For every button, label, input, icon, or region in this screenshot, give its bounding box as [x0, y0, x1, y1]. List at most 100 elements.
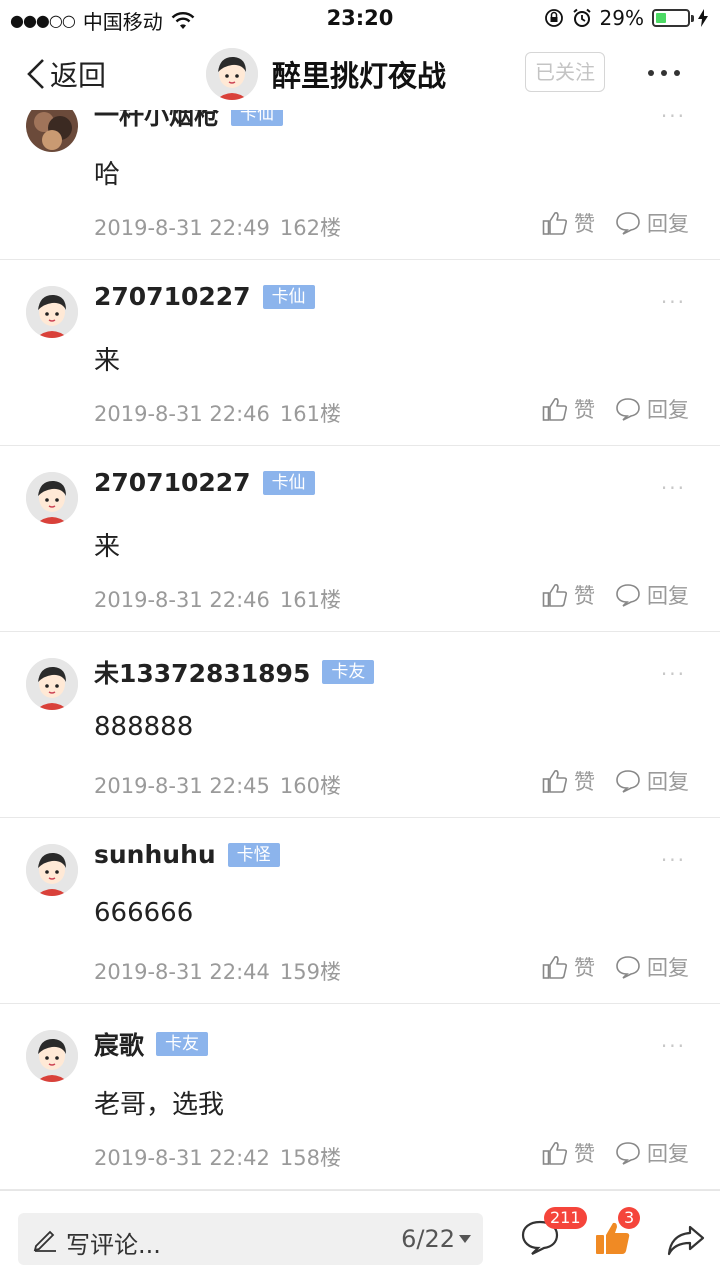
like-label: 赞 [574, 956, 595, 980]
reply-button[interactable]: 回复 [615, 580, 689, 610]
comment-more-button[interactable]: ··· [661, 662, 686, 686]
commenter-name[interactable]: 270710227 [94, 468, 251, 497]
rotation-lock-icon [544, 9, 563, 27]
like-button[interactable]: 赞 [542, 952, 595, 982]
page-selector[interactable]: 6/22 [401, 1225, 471, 1253]
comment-meta: 2019-8-31 22:46 161楼 [94, 398, 341, 428]
battery-percent: 29% [599, 6, 644, 30]
default-avatar-icon [26, 658, 78, 710]
commenter-avatar[interactable] [26, 1030, 78, 1082]
commenter-name[interactable]: 宸歌 [94, 1026, 144, 1062]
default-avatar-icon [26, 472, 78, 524]
commenter-avatar[interactable] [26, 472, 78, 524]
reply-button[interactable]: 回复 [615, 952, 689, 982]
commenter-avatar[interactable] [26, 286, 78, 338]
page-indicator: 6/22 [401, 1225, 455, 1253]
reply-button[interactable]: 回复 [615, 766, 689, 796]
reply-bubble-icon [616, 1142, 640, 1165]
write-placeholder: 写评论... [66, 1231, 161, 1259]
user-level-badge: 卡友 [156, 1032, 209, 1056]
reply-bubble-icon [616, 584, 640, 607]
comment-date: 2019-8-31 22:46 [94, 588, 270, 612]
share-button[interactable] [666, 1223, 706, 1257]
user-level-badge: 卡友 [322, 660, 375, 684]
reply-button[interactable]: 回复 [615, 208, 689, 238]
commenter-name-row: 270710227 卡仙 [94, 468, 315, 497]
reply-label: 回复 [647, 584, 689, 608]
share-arrow-icon [667, 1225, 705, 1256]
thumbs-up-outline-icon [542, 1142, 568, 1165]
back-label: 返回 [50, 59, 107, 92]
comment-more-button[interactable]: ··· [661, 1034, 686, 1058]
reply-label: 回复 [647, 212, 689, 236]
status-right: 29% [544, 6, 708, 30]
status-bar: ●●●○○ 中国移动 23:20 29% [0, 0, 720, 36]
comment-more-button[interactable]: ··· [661, 848, 686, 872]
back-button[interactable]: 返回 [26, 54, 106, 94]
nav-bar: 返回 醉里挑灯夜战 已关注 [0, 36, 720, 110]
comment-more-button[interactable]: ··· [661, 290, 686, 314]
reply-button[interactable]: 回复 [615, 394, 689, 424]
battery-fill [656, 13, 666, 23]
comment-meta: 2019-8-31 22:49 162楼 [94, 212, 341, 242]
comment-count-badge: 211 [544, 1207, 587, 1229]
like-label: 赞 [574, 212, 595, 236]
like-button[interactable]: 赞 [542, 208, 595, 238]
comment-more-button[interactable]: ··· [661, 476, 686, 500]
reply-label: 回复 [647, 770, 689, 794]
commenter-name-row: sunhuhu 卡怪 [94, 840, 280, 869]
default-avatar-icon [206, 48, 258, 100]
battery-icon [652, 9, 694, 27]
default-avatar-icon [26, 286, 78, 338]
comment-meta: 2019-8-31 22:42 158楼 [94, 1142, 341, 1172]
comment-date: 2019-8-31 22:42 [94, 1146, 270, 1170]
like-button[interactable]: 赞 [542, 1138, 595, 1168]
charging-bolt-icon [698, 9, 708, 27]
like-label: 赞 [574, 398, 595, 422]
pencil-icon [33, 1230, 56, 1252]
thumbs-up-outline-icon [542, 398, 568, 421]
nav-user[interactable]: 醉里挑灯夜战 [206, 48, 446, 100]
like-button[interactable]: 赞 [542, 580, 595, 610]
user-level-badge: 卡怪 [227, 842, 280, 867]
floor-number: 158楼 [279, 1146, 341, 1170]
like-button[interactable]: 赞 [542, 394, 595, 424]
reply-button[interactable]: 回复 [615, 1138, 689, 1168]
like-button[interactable]: 赞 [542, 766, 595, 796]
comment-text: 来 [94, 532, 121, 562]
comment-item[interactable]: 270710227 卡仙 ··· 来 2019-8-31 22:46 161楼 赞… [0, 260, 720, 446]
floor-number: 162楼 [279, 216, 341, 240]
reply-label: 回复 [647, 398, 689, 422]
like-label: 赞 [574, 1142, 595, 1166]
comment-text: 888888 [94, 712, 194, 742]
commenter-name[interactable]: sunhuhu [94, 840, 216, 869]
comment-text: 来 [94, 346, 121, 376]
thumbs-up-outline-icon [542, 212, 568, 235]
reply-bubble-icon [616, 212, 640, 235]
comment-text: 哈 [94, 160, 121, 190]
floor-number: 160楼 [279, 774, 341, 798]
comment-item[interactable]: sunhuhu 卡怪 ··· 666666 2019-8-31 22:44 159… [0, 818, 720, 1004]
thumbs-up-outline-icon [542, 584, 568, 607]
more-dot [648, 70, 654, 76]
write-comment-input[interactable]: 写评论... 6/22 [18, 1213, 483, 1265]
thumbs-up-outline-icon [542, 770, 568, 793]
commenter-name[interactable]: 未13372831895 [94, 654, 310, 690]
comment-date: 2019-8-31 22:44 [94, 960, 270, 984]
comment-date: 2019-8-31 22:46 [94, 402, 270, 426]
comment-item[interactable]: 270710227 卡仙 ··· 来 2019-8-31 22:46 161楼 赞… [0, 446, 720, 632]
comment-item[interactable]: 宸歌 卡友 ··· 老哥，选我 2019-8-31 22:42 158楼 赞 回复 [0, 1004, 720, 1190]
author-avatar[interactable] [206, 48, 258, 100]
comment-date: 2019-8-31 22:49 [94, 216, 270, 240]
commenter-name[interactable]: 270710227 [94, 282, 251, 311]
default-avatar-icon [26, 844, 78, 896]
more-options-button[interactable] [644, 60, 684, 86]
floor-number: 159楼 [279, 960, 341, 984]
caret-down-icon [459, 1235, 471, 1243]
user-level-badge: 卡仙 [262, 470, 315, 495]
commenter-avatar[interactable] [26, 658, 78, 710]
comment-item[interactable]: 未13372831895 卡友 ··· 888888 2019-8-31 22:… [0, 632, 720, 818]
commenter-avatar[interactable] [26, 844, 78, 896]
follow-button[interactable]: 已关注 [525, 52, 605, 92]
commenter-name-row: 270710227 卡仙 [94, 282, 315, 311]
